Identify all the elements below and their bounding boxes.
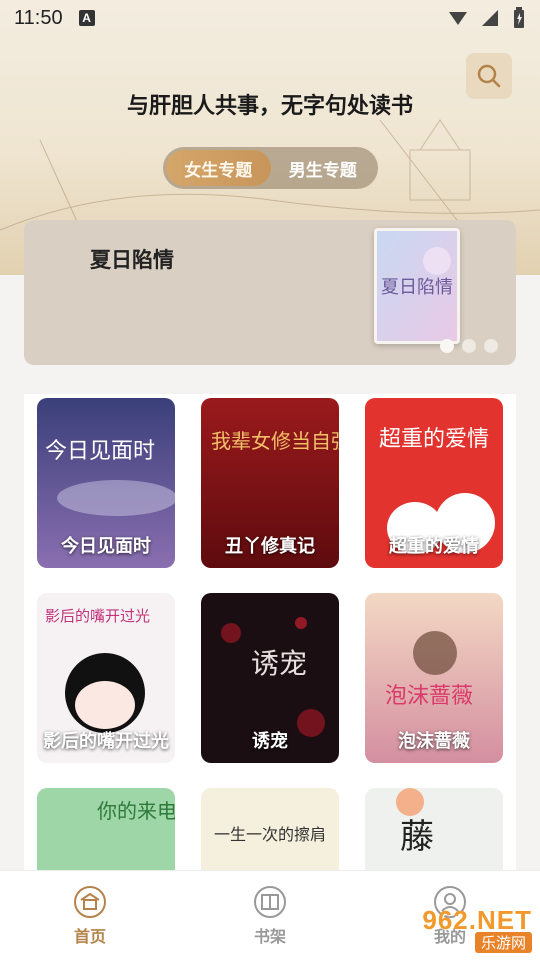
book-card[interactable]: 影后的嘴开过光 影后的嘴开过光 bbox=[37, 593, 175, 763]
banner-book-cover[interactable]: 夏日陷情 bbox=[374, 228, 460, 344]
signal-icon bbox=[449, 12, 467, 25]
book-card[interactable]: 诱宠 诱宠 bbox=[201, 593, 339, 763]
svg-text:今日见面时: 今日见面时 bbox=[45, 439, 155, 464]
carousel-dots bbox=[440, 339, 498, 353]
book-grid: 今日见面时 今日见面时 我辈女修当自强 丑丫修真记 超重的爱情 超重的爱情 影后… bbox=[24, 394, 516, 958]
book-title: 诱宠 bbox=[252, 731, 288, 752]
banner-cover-art: 夏日陷情 bbox=[377, 231, 457, 341]
battery-icon bbox=[514, 7, 524, 28]
carousel-dot[interactable] bbox=[484, 339, 498, 353]
notification-a-icon: A bbox=[78, 10, 95, 26]
svg-text:影后的嘴开过光: 影后的嘴开过光 bbox=[45, 607, 150, 625]
svg-text:藤: 藤 bbox=[400, 817, 434, 857]
svg-text:诱宠: 诱宠 bbox=[251, 647, 307, 680]
svg-text:一生一次的擦肩: 一生一次的擦肩 bbox=[214, 825, 326, 844]
tab-female-topic[interactable]: 女生专题 bbox=[166, 150, 271, 186]
book-card[interactable]: 我辈女修当自强 丑丫修真记 bbox=[201, 398, 339, 568]
book-card[interactable]: 泡沫蔷薇 泡沫蔷薇 bbox=[365, 593, 503, 763]
book-title: 泡沫蔷薇 bbox=[398, 731, 470, 752]
svg-text:超重的爱情: 超重的爱情 bbox=[379, 427, 489, 452]
banner-cover-text: 夏日陷情 bbox=[381, 277, 453, 298]
book-card[interactable]: 今日见面时 今日见面时 bbox=[37, 398, 175, 568]
cellular-icon bbox=[482, 10, 498, 26]
nav-bookshelf[interactable]: 书架 bbox=[180, 871, 360, 960]
slogan: 与肝胆人共事，无字句处读书 bbox=[126, 93, 413, 119]
book-title: 影后的嘴开过光 bbox=[43, 731, 169, 752]
nav-home[interactable]: 首页 bbox=[0, 871, 180, 960]
status-bar: 11:50 A bbox=[0, 0, 540, 36]
site-watermark: 962.NET 乐游网 bbox=[402, 905, 532, 955]
bookshelf-icon bbox=[254, 885, 286, 918]
svg-text:你的来电: 你的来电 bbox=[97, 799, 175, 823]
carousel-dot[interactable] bbox=[462, 339, 476, 353]
book-title: 超重的爱情 bbox=[389, 536, 479, 557]
book-title: 今日见面时 bbox=[61, 536, 151, 557]
svg-text:泡沫蔷薇: 泡沫蔷薇 bbox=[385, 684, 473, 709]
nav-home-label: 首页 bbox=[73, 926, 106, 946]
carousel-dot[interactable] bbox=[440, 339, 454, 353]
banner-title: 夏日陷情 bbox=[90, 248, 174, 272]
book-title: 丑丫修真记 bbox=[225, 536, 315, 557]
topic-toggle: 女生专题 男生专题 bbox=[163, 147, 378, 189]
nav-bookshelf-label: 书架 bbox=[253, 926, 286, 946]
status-time: 11:50 bbox=[14, 6, 63, 29]
home-icon bbox=[74, 885, 106, 918]
watermark-bottom: 乐游网 bbox=[474, 932, 532, 953]
featured-banner[interactable]: 夏日陷情 夏日陷情 bbox=[24, 220, 516, 365]
tab-male-topic[interactable]: 男生专题 bbox=[271, 150, 376, 186]
search-icon bbox=[477, 64, 501, 88]
svg-text:我辈女修当自强: 我辈女修当自强 bbox=[211, 429, 339, 453]
book-card[interactable]: 超重的爱情 超重的爱情 bbox=[365, 398, 503, 568]
